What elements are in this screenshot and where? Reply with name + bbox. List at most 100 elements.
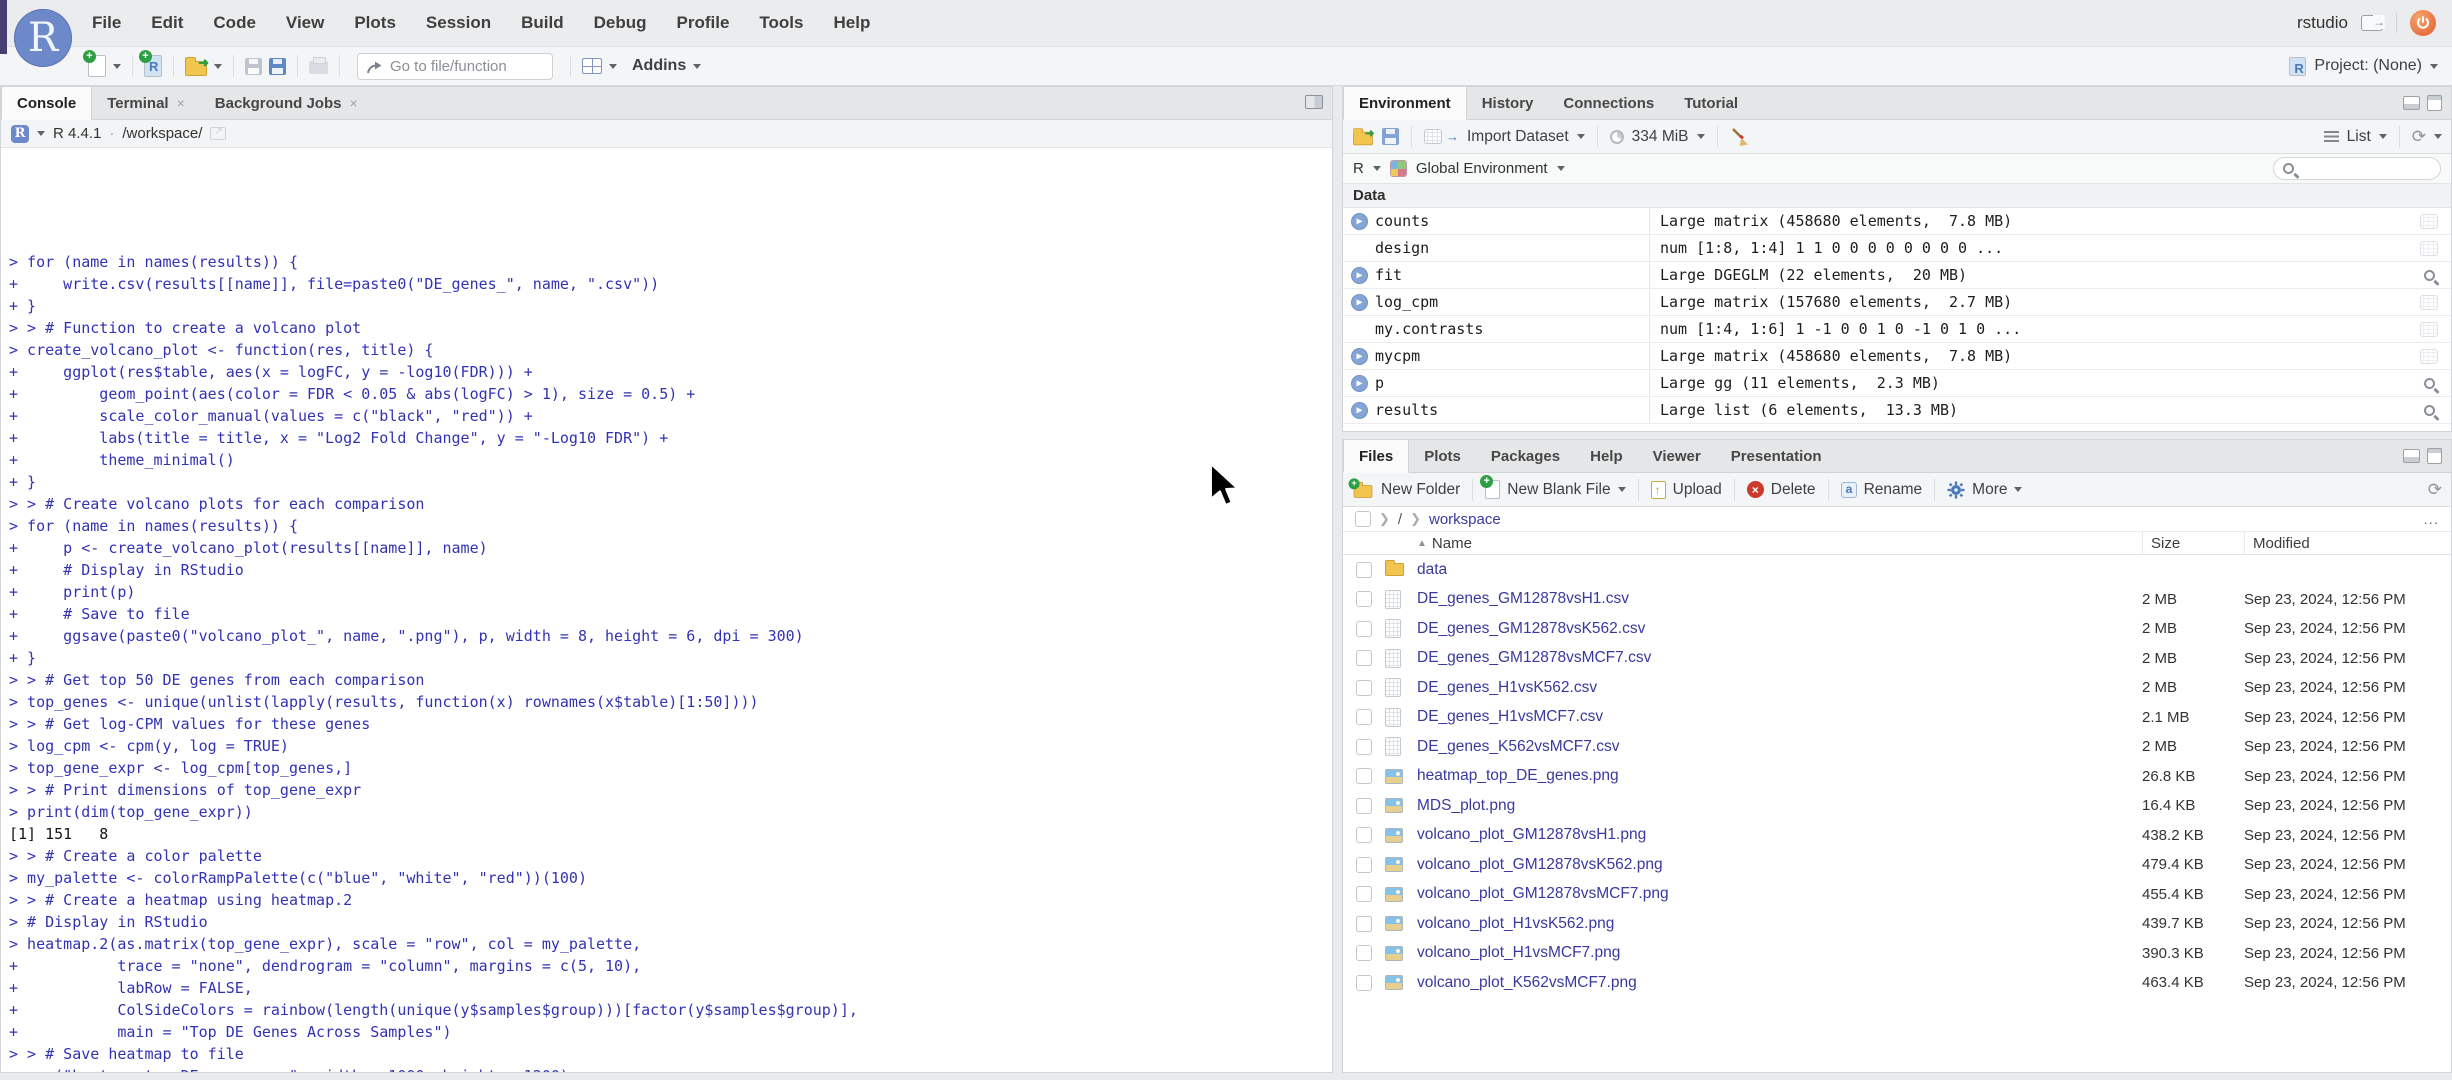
file-checkbox[interactable] [1356, 856, 1372, 873]
file-row[interactable]: DE_genes_H1vsK562.csv 2 MB Sep 23, 2024,… [1343, 673, 2451, 703]
file-row[interactable]: volcano_plot_K562vsMCF7.png 463.4 KB Sep… [1343, 968, 2451, 998]
view-table-icon[interactable] [2420, 240, 2438, 256]
expand-arrow-icon[interactable]: ▶ [1351, 266, 1368, 284]
modified-column-header[interactable]: Modified [2244, 532, 2451, 554]
tab-close-icon[interactable]: × [177, 95, 185, 111]
save-button[interactable] [245, 57, 262, 75]
variable-action[interactable] [2407, 213, 2451, 229]
files-tab[interactable]: Help [1575, 440, 1638, 472]
file-name-link[interactable]: volcano_plot_H1vsK562.png [1417, 915, 2142, 933]
breadcrumb-root[interactable]: / [1398, 511, 1402, 528]
file-row[interactable]: volcano_plot_H1vsMCF7.png 390.3 KB Sep 2… [1343, 939, 2451, 969]
addins-button[interactable]: Addins [632, 57, 686, 75]
menu-item[interactable]: Code [213, 13, 256, 33]
environment-row[interactable]: ▶ mycpm Large matrix (458680 elements, 7… [1343, 343, 2451, 370]
menu-item[interactable]: Debug [594, 13, 647, 33]
more-button[interactable]: More [1947, 481, 2023, 499]
environment-row[interactable]: ▶ design num [1:8, 1:4] 1 1 0 0 0 0 0 0 … [1343, 235, 2451, 262]
minimize-pane-icon[interactable] [2403, 96, 2420, 110]
file-row[interactable]: volcano_plot_GM12878vsH1.png 438.2 KB Se… [1343, 821, 2451, 851]
environment-tab[interactable]: Environment [1343, 87, 1467, 120]
files-tab[interactable]: Packages [1476, 440, 1575, 472]
power-button[interactable] [2410, 10, 2436, 36]
pane-layout-button[interactable] [582, 58, 602, 74]
environment-row[interactable]: ▶ fit Large DGEGLM (22 elements, 20 MB) [1343, 262, 2451, 289]
print-button[interactable] [309, 57, 328, 74]
files-tab[interactable]: Files [1343, 440, 1410, 473]
load-workspace-icon[interactable]: ➜ [1353, 126, 1375, 146]
expand-arrow-icon[interactable]: ▶ [1351, 212, 1368, 230]
console-tab[interactable]: Console × [1, 87, 93, 120]
variable-action[interactable] [2407, 377, 2451, 389]
engine-selector[interactable]: R [1353, 160, 1364, 177]
new-folder-button[interactable]: + New Folder [1348, 478, 1460, 499]
file-name-link[interactable]: heatmap_top_DE_genes.png [1417, 767, 2142, 785]
file-name-link[interactable]: DE_genes_H1vsK562.csv [1417, 679, 2142, 697]
expand-arrow-icon[interactable]: ▶ [1351, 347, 1368, 365]
inspect-icon[interactable] [2423, 269, 2435, 281]
menu-item[interactable]: Profile [677, 13, 730, 33]
file-name-link[interactable]: DE_genes_K562vsMCF7.csv [1417, 738, 2142, 756]
file-checkbox[interactable] [1356, 768, 1372, 785]
open-file-button[interactable]: ➜ [185, 55, 209, 76]
minimize-pane-icon[interactable] [2403, 449, 2420, 463]
file-name-link[interactable]: volcano_plot_GM12878vsMCF7.png [1417, 885, 2142, 903]
file-row[interactable]: MDS_plot.png 16.4 KB Sep 23, 2024, 12:56… [1343, 791, 2451, 821]
rename-button[interactable]: Rename [1840, 481, 1922, 499]
environment-tab[interactable]: Connections [1548, 87, 1669, 119]
view-table-icon[interactable] [2420, 294, 2438, 310]
maximize-pane-icon[interactable] [2427, 448, 2442, 464]
environment-search-input[interactable] [2273, 157, 2441, 180]
import-dataset-caret[interactable] [1576, 134, 1585, 139]
save-all-button[interactable] [269, 57, 286, 75]
clear-objects-broom-icon[interactable] [1730, 127, 1750, 147]
save-workspace-icon[interactable] [1382, 128, 1399, 145]
tab-close-icon[interactable]: × [349, 95, 357, 111]
file-row[interactable]: DE_genes_GM12878vsK562.csv 2 MB Sep 23, … [1343, 614, 2451, 644]
environment-row[interactable]: ▶ counts Large matrix (458680 elements, … [1343, 208, 2451, 235]
file-checkbox[interactable] [1356, 974, 1372, 991]
view-table-icon[interactable] [2420, 321, 2438, 337]
file-name-link[interactable]: volcano_plot_GM12878vsH1.png [1417, 826, 2142, 844]
refresh-icon[interactable]: ⟳ [2412, 128, 2426, 145]
size-column-header[interactable]: Size [2142, 532, 2244, 554]
refresh-files-icon[interactable]: ⟳ [2428, 481, 2442, 498]
file-checkbox[interactable] [1356, 561, 1372, 578]
file-row[interactable]: volcano_plot_H1vsK562.png 439.7 KB Sep 2… [1343, 909, 2451, 939]
inspect-icon[interactable] [2423, 404, 2435, 416]
new-blank-file-button[interactable]: + New Blank File [1480, 475, 1626, 499]
variable-action[interactable] [2407, 269, 2451, 281]
console-output[interactable]: > for (name in names(results)) {+ write.… [1, 148, 1332, 1072]
file-name-link[interactable]: volcano_plot_H1vsMCF7.png [1417, 944, 2142, 962]
variable-action[interactable] [2407, 348, 2451, 364]
select-all-checkbox[interactable] [1355, 511, 1371, 527]
file-name-link[interactable]: DE_genes_H1vsMCF7.csv [1417, 708, 2142, 726]
menu-item[interactable]: Tools [759, 13, 803, 33]
scope-selector[interactable]: Global Environment [1416, 160, 1548, 177]
engine-caret[interactable] [1372, 166, 1381, 171]
list-view-caret[interactable] [2378, 134, 2387, 139]
file-name-link[interactable]: data [1417, 561, 2142, 579]
view-table-icon[interactable] [2420, 348, 2438, 364]
file-checkbox[interactable] [1356, 738, 1372, 755]
file-row[interactable]: heatmap_top_DE_genes.png 26.8 KB Sep 23,… [1343, 762, 2451, 792]
memory-usage-label[interactable]: 334 MiB [1632, 128, 1689, 146]
menu-item[interactable]: Build [521, 13, 564, 33]
files-tab[interactable]: Plots [1409, 440, 1476, 472]
addins-caret[interactable] [693, 63, 702, 69]
file-checkbox[interactable] [1356, 945, 1372, 962]
environment-row[interactable]: ▶ p Large gg (11 elements, 2.3 MB) [1343, 370, 2451, 397]
files-tab[interactable]: Viewer [1638, 440, 1716, 472]
variable-action[interactable] [2407, 240, 2451, 256]
expand-arrow-icon[interactable]: ▶ [1351, 374, 1368, 392]
file-name-link[interactable]: volcano_plot_GM12878vsK562.png [1417, 856, 2142, 874]
file-checkbox[interactable] [1356, 915, 1372, 932]
file-checkbox[interactable] [1356, 827, 1372, 844]
console-tab[interactable]: Terminal × [92, 87, 200, 119]
file-checkbox[interactable] [1356, 679, 1372, 696]
project-selector[interactable]: Project: (None) [2289, 56, 2438, 76]
expand-arrow-icon[interactable]: ▶ [1351, 293, 1368, 311]
file-name-link[interactable]: DE_genes_GM12878vsK562.csv [1417, 620, 2142, 638]
variable-action[interactable] [2407, 294, 2451, 310]
menu-item[interactable]: Edit [151, 13, 183, 33]
